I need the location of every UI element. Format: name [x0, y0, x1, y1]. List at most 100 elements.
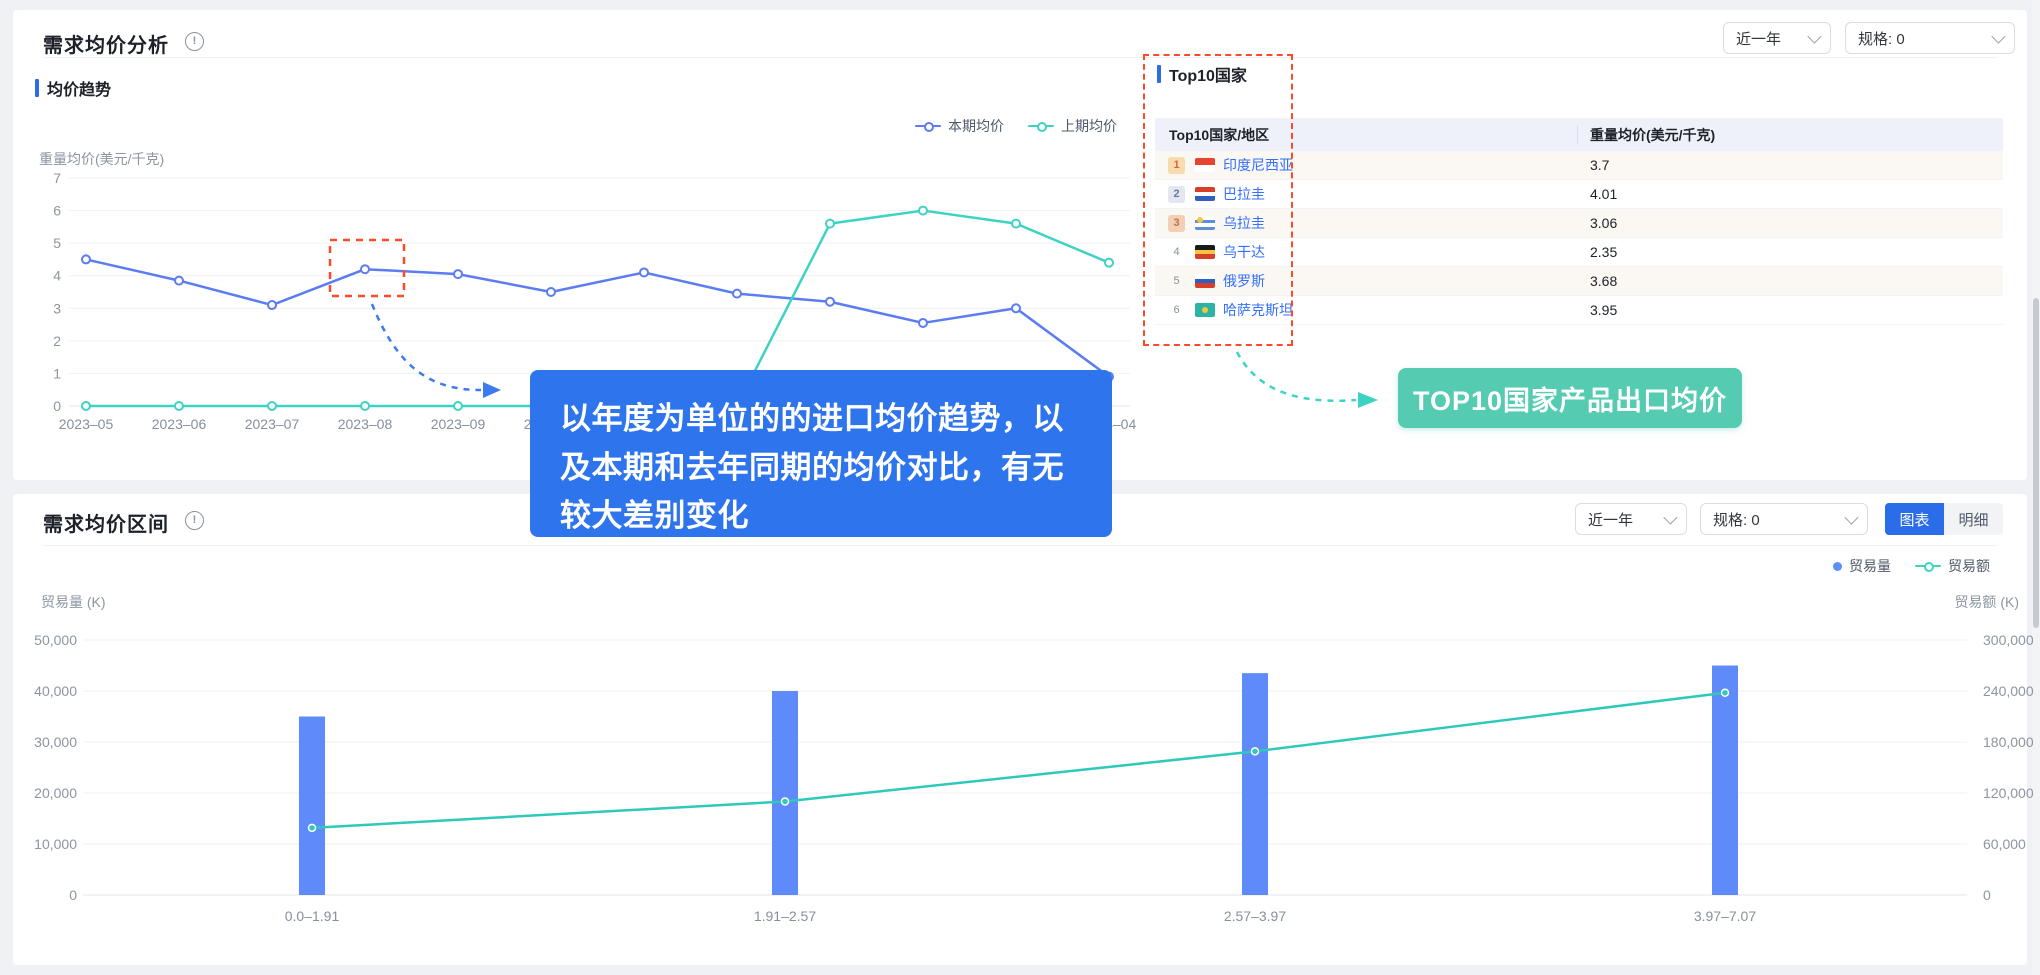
period-select-2[interactable]: 近一年: [1575, 503, 1687, 535]
line-marker-icon: [1028, 125, 1054, 127]
svg-text:2023–08: 2023–08: [338, 416, 393, 432]
top10-subtitle: Top10国家: [1157, 62, 1247, 86]
spec-select-2-value: 规格: 0: [1713, 509, 1760, 530]
country-link[interactable]: 俄罗斯: [1223, 271, 1265, 291]
blue-annotation-note: 以年度为单位的的进口均价趋势，以及本期和去年同期的均价对比，有无较大差别变化: [530, 370, 1112, 537]
scrollbar-thumb[interactable]: [2033, 298, 2039, 628]
table-row: 4 乌干达 2.35: [1155, 238, 2003, 267]
trend-subtitle: 均价趋势: [35, 76, 111, 100]
country-link[interactable]: 乌干达: [1223, 242, 1265, 262]
period-select[interactable]: 近一年: [1723, 22, 1831, 54]
chevron-down-icon: [1844, 511, 1858, 525]
country-link[interactable]: 乌拉圭: [1223, 213, 1265, 233]
svg-text:0.0–1.91: 0.0–1.91: [285, 908, 340, 924]
svg-text:0: 0: [69, 887, 77, 903]
line-marker-icon: [915, 125, 941, 127]
chevron-down-icon: [1663, 511, 1677, 525]
svg-text:2023–09: 2023–09: [431, 416, 486, 432]
chart-view-button[interactable]: 图表: [1885, 503, 1944, 535]
svg-text:4: 4: [53, 268, 61, 284]
svg-text:贸易额 (K): 贸易额 (K): [1954, 594, 2019, 610]
col-price-header: 重量均价(美元/千克): [1590, 125, 1715, 145]
chevron-down-icon: [1807, 30, 1821, 44]
country-link[interactable]: 巴拉圭: [1223, 184, 1265, 204]
section1-title: 需求均价分析: [43, 29, 169, 58]
range-chart-legend: 贸易量 贸易额: [1833, 556, 1990, 576]
rank-badge: 2: [1168, 186, 1185, 203]
info-icon[interactable]: !: [185, 32, 204, 51]
table-row: 6 哈萨克斯坦 3.95: [1155, 296, 2003, 325]
country-link[interactable]: 印度尼西亚: [1223, 155, 1293, 175]
svg-text:0: 0: [53, 398, 61, 414]
avg-price-value: 3.06: [1590, 215, 1617, 231]
svg-text:1.91–2.57: 1.91–2.57: [754, 908, 816, 924]
period-select-value: 近一年: [1736, 28, 1781, 49]
country-flag-icon: [1195, 158, 1215, 172]
rank-badge: 3: [1168, 215, 1185, 232]
legend-item-trade-volume[interactable]: 贸易量: [1833, 556, 1891, 576]
trend-chart-legend: 本期均价 上期均价: [915, 116, 1117, 136]
col-country-header: Top10国家/地区: [1155, 125, 1269, 145]
legend-item-trade-value[interactable]: 贸易额: [1915, 556, 1990, 576]
country-flag-icon: [1195, 216, 1215, 230]
svg-text:50,000: 50,000: [34, 632, 77, 648]
spec-select-2[interactable]: 规格: 0: [1700, 503, 1868, 535]
table-row: 1 印度尼西亚 3.7: [1155, 151, 2003, 180]
dot-marker-icon: [1833, 562, 1842, 571]
section2-title: 需求均价区间: [43, 508, 169, 537]
rank-badge: 6: [1168, 302, 1185, 319]
svg-text:180,000: 180,000: [1983, 734, 2034, 750]
rank-badge: 1: [1168, 157, 1185, 174]
svg-text:2: 2: [53, 333, 61, 349]
svg-text:3: 3: [53, 300, 61, 316]
price-range-bar-line-chart: 贸易量 (K)贸易额 (K)010,00020,00030,00040,0005…: [25, 585, 2035, 940]
svg-text:240,000: 240,000: [1983, 683, 2034, 699]
spec-select[interactable]: 规格: 0: [1845, 22, 2015, 54]
info-icon[interactable]: !: [185, 511, 204, 530]
avg-price-value: 4.01: [1590, 186, 1617, 202]
svg-text:5: 5: [53, 235, 61, 251]
country-flag-icon: [1195, 187, 1215, 201]
chart-detail-toggle: 图表 明细: [1885, 503, 2003, 535]
spec-select-value: 规格: 0: [1858, 28, 1905, 49]
legend-item-current[interactable]: 本期均价: [915, 116, 1004, 136]
svg-text:2023–05: 2023–05: [59, 416, 114, 432]
svg-text:贸易量 (K): 贸易量 (K): [41, 594, 106, 610]
green-annotation-note: TOP10国家产品出口均价: [1398, 368, 1742, 428]
svg-text:重量均价(美元/千克): 重量均价(美元/千克): [39, 151, 164, 167]
chevron-down-icon: [1991, 30, 2005, 44]
table-row: 2 巴拉圭 4.01: [1155, 180, 2003, 209]
subtitle-accent-bar: [1157, 65, 1161, 83]
detail-view-button[interactable]: 明细: [1944, 503, 2003, 535]
line-marker-icon: [1915, 565, 1941, 567]
avg-price-value: 3.7: [1590, 157, 1609, 173]
top10-countries-table: Top10国家/地区 重量均价(美元/千克) 1 印度尼西亚 3.7 2 巴拉圭 4.01…: [1155, 118, 2003, 325]
legend-item-previous[interactable]: 上期均价: [1028, 116, 1117, 136]
country-flag-icon: [1195, 274, 1215, 288]
rank-badge: 4: [1168, 244, 1185, 261]
avg-price-value: 2.35: [1590, 244, 1617, 260]
table-row: 5 俄罗斯 3.68: [1155, 267, 2003, 296]
rank-badge: 5: [1168, 273, 1185, 290]
svg-text:3.97–7.07: 3.97–7.07: [1694, 908, 1756, 924]
svg-text:300,000: 300,000: [1983, 632, 2034, 648]
svg-text:7: 7: [53, 170, 61, 186]
country-flag-icon: [1195, 245, 1215, 259]
period-select-2-value: 近一年: [1588, 509, 1633, 530]
svg-text:30,000: 30,000: [34, 734, 77, 750]
avg-price-value: 3.95: [1590, 302, 1617, 318]
svg-text:120,000: 120,000: [1983, 785, 2034, 801]
table-header-row: Top10国家/地区 重量均价(美元/千克): [1155, 118, 2003, 151]
svg-text:20,000: 20,000: [34, 785, 77, 801]
svg-text:60,000: 60,000: [1983, 836, 2026, 852]
avg-price-value: 3.68: [1590, 273, 1617, 289]
svg-text:2023–07: 2023–07: [245, 416, 300, 432]
svg-text:10,000: 10,000: [34, 836, 77, 852]
column-divider: [1577, 125, 1578, 144]
table-row: 3 乌拉圭 3.06: [1155, 209, 2003, 238]
header-divider: [43, 545, 1997, 546]
svg-text:1: 1: [53, 365, 61, 381]
svg-text:2.57–3.97: 2.57–3.97: [1224, 908, 1286, 924]
svg-text:0: 0: [1983, 887, 1991, 903]
country-link[interactable]: 哈萨克斯坦: [1223, 300, 1293, 320]
